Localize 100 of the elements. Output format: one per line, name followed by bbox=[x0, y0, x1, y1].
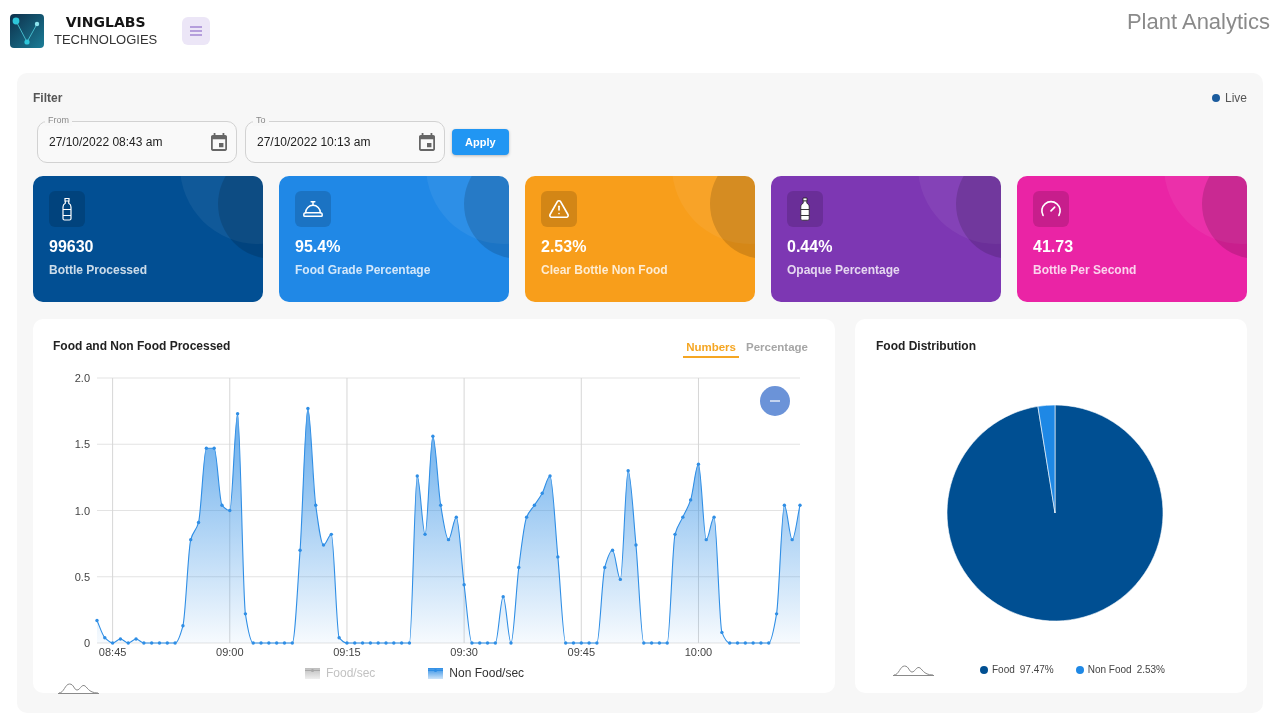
data-point bbox=[314, 503, 318, 507]
data-point bbox=[743, 641, 747, 645]
data-point bbox=[517, 565, 521, 570]
data-point bbox=[571, 641, 576, 645]
stat-value: 0.44% bbox=[787, 237, 833, 257]
data-point bbox=[767, 641, 771, 645]
menu-button[interactable] bbox=[182, 17, 211, 45]
data-point bbox=[720, 630, 724, 635]
axis-tick-label: 09:15 bbox=[333, 646, 361, 658]
data-point bbox=[759, 641, 763, 645]
stat-label: Food Grade Percentage bbox=[295, 262, 431, 278]
data-point bbox=[579, 641, 583, 645]
data-point bbox=[392, 641, 396, 645]
stat-value: 95.4% bbox=[295, 237, 341, 257]
axis-tick-label: 09:30 bbox=[450, 646, 478, 658]
data-point bbox=[728, 641, 732, 645]
data-point bbox=[673, 532, 677, 537]
data-point bbox=[509, 641, 513, 645]
data-point bbox=[532, 503, 537, 507]
bottle-icon bbox=[49, 191, 85, 227]
brand-name: VINGLABS bbox=[65, 14, 146, 31]
data-point bbox=[478, 641, 482, 645]
bottle-icon bbox=[787, 191, 823, 227]
data-point bbox=[688, 498, 693, 502]
data-point bbox=[337, 636, 341, 640]
data-point bbox=[157, 641, 162, 645]
data-point bbox=[196, 520, 201, 525]
data-point bbox=[353, 641, 357, 645]
axis-tick-label: 0.5 bbox=[74, 570, 90, 583]
data-point bbox=[704, 537, 708, 542]
data-point bbox=[782, 503, 787, 507]
data-point bbox=[634, 543, 638, 547]
data-point bbox=[446, 537, 451, 542]
legend-label: Non Food bbox=[1087, 663, 1132, 677]
data-point bbox=[360, 641, 365, 645]
stat-label: Opaque Percentage bbox=[787, 262, 900, 278]
chart-title: Food Distribution bbox=[875, 338, 977, 354]
data-point bbox=[665, 641, 669, 645]
data-point bbox=[368, 641, 373, 645]
view-tab[interactable]: Numbers bbox=[683, 340, 739, 358]
data-point bbox=[415, 474, 419, 478]
axis-tick-label: 1.0 bbox=[74, 504, 90, 517]
data-point bbox=[376, 641, 380, 645]
data-point bbox=[298, 548, 302, 552]
data-point bbox=[267, 641, 271, 645]
data-point bbox=[329, 532, 334, 537]
data-point bbox=[454, 515, 458, 519]
data-point bbox=[501, 594, 505, 599]
warning-icon bbox=[541, 191, 577, 227]
data-point bbox=[618, 577, 623, 582]
data-point bbox=[150, 641, 154, 645]
data-point bbox=[603, 565, 607, 570]
data-point bbox=[181, 624, 185, 628]
apply-button[interactable]: Apply bbox=[452, 129, 509, 155]
axis-tick-label: 1.5 bbox=[74, 438, 90, 451]
data-point bbox=[548, 474, 552, 478]
filter-title: Filter bbox=[33, 90, 63, 106]
data-point bbox=[485, 641, 490, 645]
data-point bbox=[431, 434, 435, 438]
legend-item[interactable]: Non Food/sec bbox=[428, 665, 525, 681]
field-label: To bbox=[253, 114, 269, 126]
data-point bbox=[790, 537, 794, 542]
view-tab[interactable]: Percentage bbox=[743, 340, 811, 358]
legend-item[interactable]: Food/sec bbox=[305, 665, 376, 681]
data-point bbox=[470, 641, 474, 645]
data-point bbox=[439, 503, 443, 507]
data-point bbox=[649, 641, 654, 645]
data-point bbox=[696, 462, 701, 466]
legend-label: Food bbox=[992, 663, 1015, 677]
menu-icon bbox=[190, 26, 203, 36]
calendar-icon bbox=[211, 133, 227, 151]
wave-icon bbox=[57, 682, 100, 694]
data-point bbox=[103, 636, 107, 640]
data-point bbox=[259, 641, 263, 645]
stat-label: Bottle Processed bbox=[49, 262, 148, 278]
wave-icon bbox=[892, 664, 935, 676]
data-point bbox=[642, 641, 646, 645]
data-point bbox=[243, 612, 248, 616]
data-point bbox=[462, 583, 466, 587]
data-point bbox=[95, 618, 99, 623]
data-point bbox=[384, 641, 388, 645]
data-point bbox=[165, 641, 169, 645]
data-point bbox=[657, 641, 662, 645]
legend-swatch-icon bbox=[428, 667, 444, 679]
zoom-out-button[interactable] bbox=[760, 386, 790, 416]
brand-subtitle: TECHNOLOGIES bbox=[54, 32, 158, 48]
logo-icon bbox=[10, 14, 44, 48]
axis-tick-label: 10:00 bbox=[684, 646, 713, 658]
axis-tick-label: 2.0 bbox=[74, 372, 90, 384]
stat-value: 41.73 bbox=[1033, 237, 1074, 257]
data-point bbox=[595, 641, 599, 645]
data-point bbox=[220, 503, 224, 507]
stat-value: 99630 bbox=[49, 237, 94, 257]
data-point bbox=[399, 641, 404, 645]
data-point bbox=[251, 641, 255, 645]
chart-title: Food and Non Food Processed bbox=[53, 338, 231, 354]
stat-label: Bottle Per Second bbox=[1033, 262, 1137, 278]
data-point bbox=[126, 641, 130, 645]
legend-value: 2.53% bbox=[1136, 663, 1165, 677]
data-point bbox=[563, 641, 568, 645]
